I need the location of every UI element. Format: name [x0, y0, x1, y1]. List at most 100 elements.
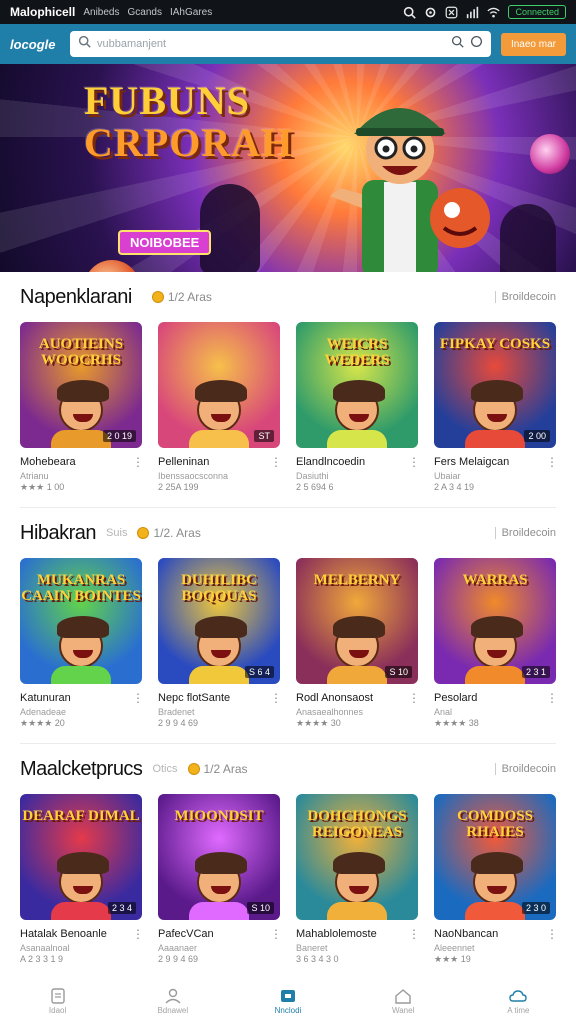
settings-icon[interactable] [424, 6, 437, 19]
game-rating: A 2 3 3 1 9 [20, 954, 64, 964]
game-thumbnail[interactable]: WARRAS 2 3 1 [434, 558, 556, 684]
game-name[interactable]: Fers Melaigcan [434, 456, 546, 468]
more-options-icon[interactable]: ⋮ [270, 927, 282, 941]
game-card[interactable]: DEARAF DIMAL 2 3 4 Hatalak Benoanle ⋮ As… [20, 794, 144, 965]
coin-icon [151, 291, 164, 303]
character-body [51, 902, 111, 920]
see-all-link[interactable]: Broildecoin [494, 763, 556, 775]
game-name[interactable]: NaoNbancan [434, 928, 546, 940]
search-submit-icon[interactable] [451, 35, 464, 53]
section-title: Maalcketprucs [20, 757, 143, 780]
game-rating: 2 25A 199 [158, 482, 199, 492]
nav-item[interactable]: Wanel [368, 988, 438, 1015]
breadcrumb-3[interactable]: IAhGares [170, 7, 212, 18]
nav-item[interactable]: Idaol [23, 988, 93, 1015]
game-card[interactable]: WARRAS 2 3 1 Pesolard ⋮ Anal ★★★★ 38 [434, 558, 558, 729]
game-name[interactable]: Mohebeara [20, 456, 132, 468]
game-thumbnail-caption: FIPKAY COSKS [439, 336, 551, 352]
section-meta-text: 1/2 Aras [167, 290, 212, 304]
search-icon [78, 35, 91, 53]
game-card[interactable]: MELBERNY S 10 Rodl Anonsaost ⋮ Anasaealh… [296, 558, 420, 729]
more-options-icon[interactable]: ⋮ [546, 455, 558, 469]
game-thumbnail[interactable]: ST [158, 322, 280, 448]
more-options-icon[interactable]: ⋮ [546, 691, 558, 705]
game-name[interactable]: Nepc flotSante [158, 692, 270, 704]
store-icon [279, 988, 297, 1004]
see-all-link[interactable]: Broildecoin [494, 291, 556, 303]
character-body [51, 666, 111, 684]
game-card[interactable]: AUOTIEINS WOOCRHS 2 0 19 Mohebeara ⋮ Atr… [20, 322, 144, 493]
more-options-icon[interactable]: ⋮ [270, 455, 282, 469]
more-options-icon[interactable]: ⋮ [270, 691, 282, 705]
more-options-icon[interactable]: ⋮ [546, 927, 558, 941]
game-thumbnail[interactable]: AUOTIEINS WOOCRHS 2 0 19 [20, 322, 142, 448]
top-bar: locogle Inaeo mar [0, 24, 576, 64]
hero-badge[interactable]: NOIBOBEE [118, 230, 212, 255]
more-options-icon[interactable]: ⋮ [132, 455, 144, 469]
section-meta-text: 1/2. Aras [153, 526, 201, 540]
game-card[interactable]: MUKANRAS CAAIN BOINTES Katunuran ⋮ Adena… [20, 558, 144, 729]
game-card[interactable]: DUHILIBC BOQOUAS S 6 4 Nepc flotSante ⋮ … [158, 558, 282, 729]
game-name[interactable]: PafecVCan [158, 928, 270, 940]
character-face [471, 615, 523, 668]
game-rating: 2 9 9 4 69 [158, 718, 199, 728]
profile-icon [164, 988, 182, 1004]
see-all-link[interactable]: Broildecoin [494, 527, 556, 539]
more-options-icon[interactable]: ⋮ [408, 927, 420, 941]
more-options-icon[interactable]: ⋮ [132, 691, 144, 705]
game-rating: ★★★★ 38 [434, 718, 479, 728]
game-section: Hibakran Suis 1/2. Aras Broildecoin MUKA… [0, 508, 576, 729]
breadcrumb-1[interactable]: Anibeds [83, 7, 119, 18]
game-thumbnail[interactable]: FIPKAY COSKS 2 00 [434, 322, 556, 448]
game-card[interactable]: WEICRS WEDERS Elandlncoedin ⋮ Dasiuthi 2… [296, 322, 420, 493]
nav-label: A time [507, 1006, 530, 1015]
character-body [465, 430, 525, 448]
game-card[interactable]: DOHCHONGS REIGONEAS Mahablolemoste ⋮ Ban… [296, 794, 420, 965]
game-thumbnail[interactable]: COMDOSS RHAIES 2 3 0 [434, 794, 556, 920]
nav-item[interactable]: Bdnawel [138, 988, 208, 1015]
game-card[interactable]: COMDOSS RHAIES 2 3 0 NaoNbancan ⋮ Aleeen… [434, 794, 558, 965]
voice-icon[interactable] [470, 35, 483, 53]
nav-item[interactable]: A time [483, 988, 553, 1015]
game-name[interactable]: Elandlncoedin [296, 456, 408, 468]
game-thumbnail[interactable]: WEICRS WEDERS [296, 322, 418, 448]
search-icon[interactable] [403, 6, 417, 19]
character-body [189, 902, 249, 920]
game-name[interactable]: Pesolard [434, 692, 546, 704]
game-developer: Aleeennet [434, 943, 475, 953]
game-name[interactable]: Katunuran [20, 692, 132, 704]
game-thumbnail[interactable]: MELBERNY S 10 [296, 558, 418, 684]
close-icon[interactable] [445, 6, 458, 19]
search-bar[interactable] [70, 31, 491, 57]
game-tag: 2 3 4 [107, 902, 136, 914]
game-thumbnail[interactable]: MIOONDSIT S 10 [158, 794, 280, 920]
logo[interactable]: locogle [10, 37, 60, 52]
game-card[interactable]: FIPKAY COSKS 2 00 Fers Melaigcan ⋮ Ubaia… [434, 322, 558, 493]
game-name[interactable]: Hatalak Benoanle [20, 928, 132, 940]
game-name[interactable]: Rodl Anonsaost [296, 692, 408, 704]
hero-banner[interactable]: FUBUNS CRPORAH NOIBOBEE [0, 64, 576, 272]
hero-silhouette-right [500, 204, 556, 272]
game-card[interactable]: MIOONDSIT S 10 PafecVCan ⋮ Aaaanaer 2 9 … [158, 794, 282, 965]
section-header: Maalcketprucs Otics 1/2 Aras Broildecoin [20, 744, 556, 794]
nav-item[interactable]: Nnclodi [253, 988, 323, 1015]
section-meta-text: 1/2 Aras [203, 762, 248, 776]
more-options-icon[interactable]: ⋮ [132, 927, 144, 941]
status-bar: Malophicell Anibeds Gcands IAhGares Conn… [0, 0, 576, 24]
game-thumbnail[interactable]: MUKANRAS CAAIN BOINTES [20, 558, 142, 684]
character-face [195, 851, 247, 904]
game-thumbnail[interactable]: DUHILIBC BOQOUAS S 6 4 [158, 558, 280, 684]
section-meta: 1/2 Aras [151, 290, 212, 304]
game-name[interactable]: Pelleninan [158, 456, 270, 468]
game-card[interactable]: ST Pelleninan ⋮ Ibenssaocsconna 2 25A 19… [158, 322, 282, 493]
section-meta: 1/2. Aras [137, 526, 201, 540]
character-body [327, 902, 387, 920]
sign-in-button[interactable]: Inaeo mar [500, 32, 566, 56]
game-thumbnail[interactable]: DEARAF DIMAL 2 3 4 [20, 794, 142, 920]
search-input[interactable] [97, 38, 445, 50]
breadcrumb-2[interactable]: Gcands [127, 7, 161, 18]
game-thumbnail[interactable]: DOHCHONGS REIGONEAS [296, 794, 418, 920]
more-options-icon[interactable]: ⋮ [408, 691, 420, 705]
game-name[interactable]: Mahablolemoste [296, 928, 408, 940]
more-options-icon[interactable]: ⋮ [408, 455, 420, 469]
